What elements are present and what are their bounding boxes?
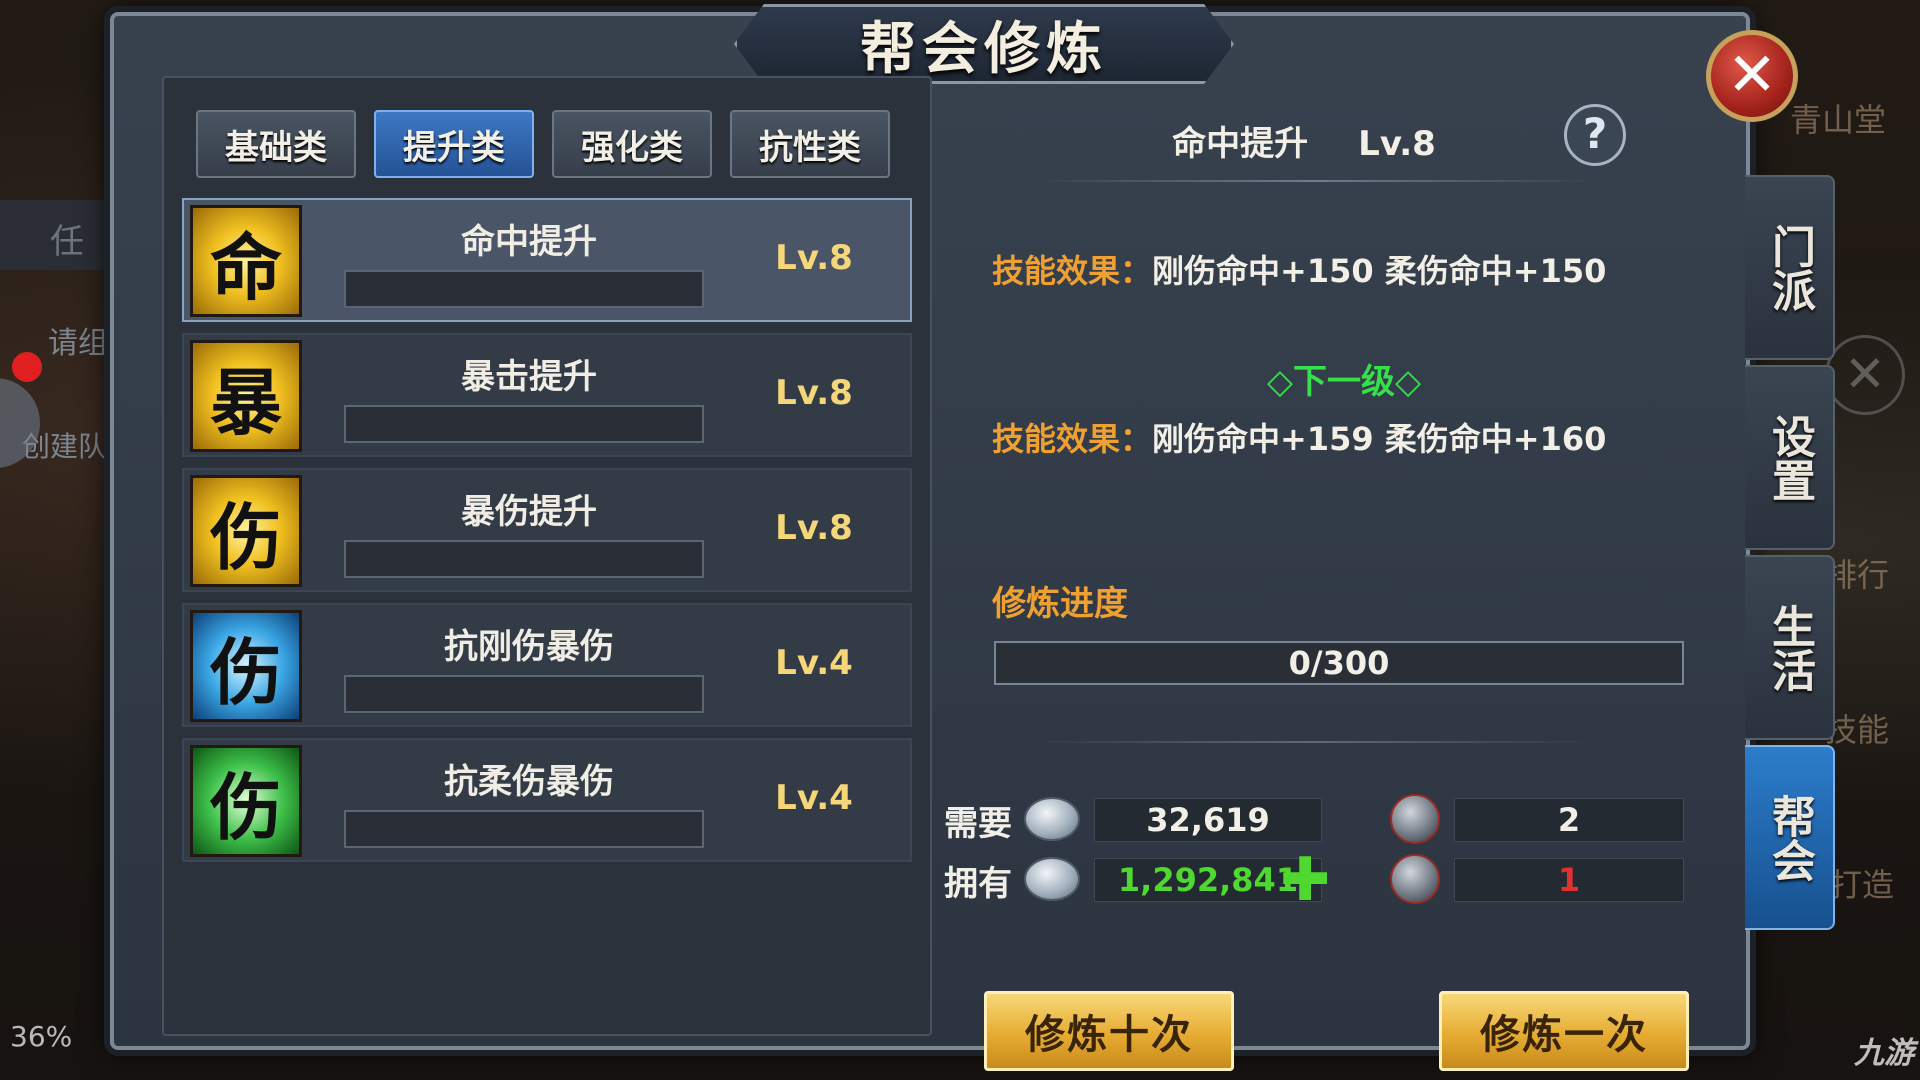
skill-detail-panel: 命中提升 Lv.8 ? 技能效果：刚伤命中+150 柔伤命中+150 ◇下一级◇ …: [944, 76, 1724, 1071]
effect-label: 技能效果：: [992, 252, 1153, 290]
detail-title: 命中提升 Lv.8: [1044, 116, 1564, 165]
detail-skill-level: Lv.8: [1358, 124, 1436, 164]
side-tab-life[interactable]: 生活: [1745, 555, 1835, 740]
tab-basic[interactable]: 基础类: [196, 110, 356, 178]
skill-row-resist-hard[interactable]: 伤 抗刚伤暴伤 Lv.4: [182, 603, 912, 727]
tab-resistance[interactable]: 抗性类: [730, 110, 890, 178]
title-divider: [1034, 180, 1594, 182]
side-tab-label: 设置: [1764, 413, 1815, 502]
notification-dot: [12, 352, 42, 382]
bg-team-text: 请组: [48, 326, 108, 361]
skill-level: Lv.4: [775, 643, 853, 683]
current-effect-value: 刚伤命中+150 柔伤命中+150: [1152, 252, 1607, 290]
skill-row-crit-damage[interactable]: 伤 暴伤提升 Lv.8: [182, 468, 912, 592]
training-progress-bar: 0/300: [994, 641, 1684, 685]
skill-level: Lv.8: [775, 238, 853, 278]
skill-row-resist-soft[interactable]: 伤 抗柔伤暴伤 Lv.4: [182, 738, 912, 862]
skill-progress-bar: [344, 270, 704, 308]
need-token-value: 2: [1454, 798, 1684, 842]
skill-progress-bar: [344, 810, 704, 848]
side-tab-guild[interactable]: 帮会: [1745, 745, 1835, 930]
bg-task-text: 任: [50, 222, 84, 262]
skill-progress-bar: [344, 675, 704, 713]
effect-label: 技能效果：: [992, 420, 1153, 458]
side-tab-label: 门派: [1764, 223, 1815, 312]
critical-icon: 暴: [190, 340, 302, 452]
skill-row-critical[interactable]: 暴 暴击提升 Lv.8: [182, 333, 912, 457]
bg-close-icon: ✕: [1825, 335, 1905, 415]
have-label: 拥有: [944, 864, 1012, 904]
skill-level: Lv.8: [775, 508, 853, 548]
bg-task-tab[interactable]: 任: [0, 200, 110, 270]
next-effect-row: 技能效果：刚伤命中+159 柔伤命中+160: [992, 414, 1606, 460]
skill-name: 暴击提升: [461, 357, 597, 397]
need-label: 需要: [944, 804, 1012, 844]
battery-percent: 36%: [10, 1020, 73, 1053]
section-divider: [1034, 741, 1594, 743]
resist-soft-damage-icon: 伤: [190, 745, 302, 857]
help-button[interactable]: ?: [1564, 104, 1626, 166]
hit-rate-icon: 命: [190, 205, 302, 317]
train-ten-button[interactable]: 修炼十次: [984, 991, 1234, 1071]
skill-level: Lv.4: [775, 778, 853, 818]
tab-upgrade[interactable]: 提升类: [374, 110, 534, 178]
bg-create-team-text: 创建队: [22, 430, 107, 463]
need-silver-value: 32,619: [1094, 798, 1322, 842]
detail-skill-name: 命中提升: [1172, 124, 1309, 164]
have-token-value: 1: [1454, 858, 1684, 902]
next-level-label: ◇下一级◇: [1266, 362, 1422, 402]
side-tab-label: 生活: [1764, 603, 1815, 692]
progress-text: 0/300: [1288, 644, 1390, 682]
skill-name: 抗柔伤暴伤: [444, 762, 614, 802]
tab-enhance[interactable]: 强化类: [552, 110, 712, 178]
guild-training-dialog: 帮会修炼 ✕ 基础类 提升类 强化类 抗性类 命 命中提升 Lv.8 暴 暴击提…: [110, 4, 1798, 1071]
guild-token-icon: [1390, 794, 1440, 844]
skill-progress-bar: [344, 405, 704, 443]
side-tab-settings[interactable]: 设置: [1745, 365, 1835, 550]
train-once-button[interactable]: 修炼一次: [1439, 991, 1689, 1071]
side-tab-sect[interactable]: 门派: [1745, 175, 1835, 360]
watermark-logo: 九游: [1854, 1036, 1914, 1071]
training-progress-label: 修炼进度: [992, 584, 1128, 624]
skill-name: 暴伤提升: [461, 492, 597, 532]
dialog-title: 帮会修炼: [860, 16, 1108, 82]
skill-list: 命 命中提升 Lv.8 暴 暴击提升 Lv.8 伤 暴伤提升 Lv.8 伤 抗刚…: [182, 198, 912, 873]
bg-location-text: 青山堂: [1790, 101, 1887, 139]
guild-token-icon: [1390, 854, 1440, 904]
silver-coin-icon: [1024, 857, 1080, 901]
current-effect-row: 技能效果：刚伤命中+150 柔伤命中+150: [992, 246, 1606, 292]
category-tabs: 基础类 提升类 强化类 抗性类: [196, 110, 890, 178]
add-silver-button[interactable]: ✚: [1280, 850, 1330, 910]
skill-progress-bar: [344, 540, 704, 578]
skill-list-panel: 基础类 提升类 强化类 抗性类 命 命中提升 Lv.8 暴 暴击提升 Lv.8 …: [162, 76, 932, 1036]
next-effect-value: 刚伤命中+159 柔伤命中+160: [1152, 420, 1607, 458]
resist-hard-damage-icon: 伤: [190, 610, 302, 722]
title-banner: 帮会修炼: [734, 4, 1234, 84]
skill-name: 抗刚伤暴伤: [444, 627, 614, 667]
skill-level: Lv.8: [775, 373, 853, 413]
bg-forge-text: 打造: [1830, 866, 1895, 904]
crit-damage-icon: 伤: [190, 475, 302, 587]
side-nav: 门派 设置 生活 帮会: [1745, 175, 1835, 935]
skill-name: 命中提升: [461, 222, 597, 262]
side-tab-label: 帮会: [1764, 793, 1815, 882]
skill-row-hit-rate[interactable]: 命 命中提升 Lv.8: [182, 198, 912, 322]
silver-coin-icon: [1024, 797, 1080, 841]
